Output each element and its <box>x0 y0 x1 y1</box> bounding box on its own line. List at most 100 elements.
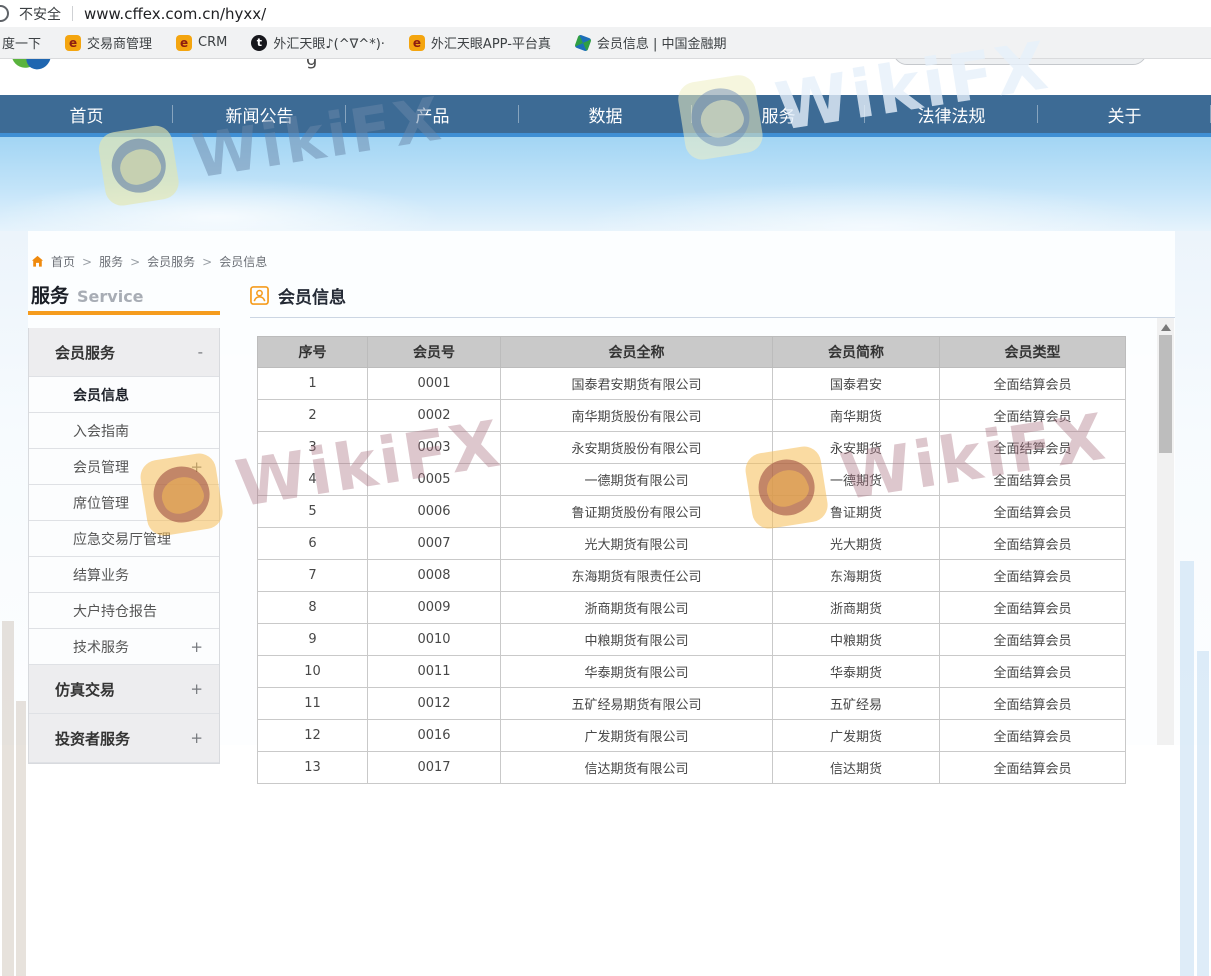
cell-full-name: 广发期货有限公司 <box>501 720 773 752</box>
bookmark-item[interactable]: 交易商管理 <box>65 33 152 52</box>
table-header-cell: 会员全称 <box>501 337 773 368</box>
cell-full-name: 一德期货有限公司 <box>501 464 773 496</box>
scrollbar-up-arrow-icon[interactable] <box>1161 324 1171 331</box>
nav-item[interactable]: 新闻公告 <box>173 95 346 133</box>
expand-toggle-icon[interactable]: + <box>190 638 203 656</box>
breadcrumb: 首页 > 服务 > 会员服务 > 会员信息 > <box>31 253 267 270</box>
breadcrumb-item[interactable]: 服务 <box>99 253 123 270</box>
cell-full-name: 南华期货股份有限公司 <box>501 400 773 432</box>
sidebar-menu-item[interactable]: 会员管理 + <box>29 449 219 485</box>
table-header-cell: 会员简称 <box>773 337 940 368</box>
cell-member-type: 全面结算会员 <box>940 720 1126 752</box>
cell-member-no: 0008 <box>368 560 501 592</box>
sidebar-menu-item[interactable]: 大户持仓报告 <box>29 593 219 629</box>
nav-item[interactable]: 法律法规 <box>865 95 1038 133</box>
cell-member-no: 0010 <box>368 624 501 656</box>
table-header-cell: 会员类型 <box>940 337 1126 368</box>
bookmark-item[interactable]: 外汇天眼♪(^∇^*)· <box>251 33 385 52</box>
sidebar-menu-item[interactable]: 投资者服务 + <box>29 714 219 763</box>
sidebar-menu-item[interactable]: 席位管理 <box>29 485 219 521</box>
cell-short-name: 鲁证期货 <box>773 496 940 528</box>
table-scrollbar[interactable] <box>1157 318 1174 745</box>
cell-index: 7 <box>258 560 368 592</box>
nav-item[interactable]: 产品 <box>346 95 519 133</box>
table-header-cell: 会员号 <box>368 337 501 368</box>
table-row: 3 0003 永安期货股份有限公司 永安期货 全面结算会员 <box>258 432 1126 464</box>
sidebar-menu-item[interactable]: 入会指南 <box>29 413 219 449</box>
sidebar-item-label: 仿真交易 <box>55 679 115 700</box>
bookmark-item[interactable]: 会员信息 | 中国金融期 <box>575 33 727 52</box>
cell-full-name: 永安期货股份有限公司 <box>501 432 773 464</box>
nav-item[interactable]: 首页 <box>0 95 173 133</box>
cell-full-name: 光大期货有限公司 <box>501 528 773 560</box>
cell-index: 1 <box>258 368 368 400</box>
title-divider <box>250 317 1175 318</box>
bookmark-label: 交易商管理 <box>87 33 152 52</box>
scrollbar-thumb[interactable] <box>1159 335 1172 453</box>
cell-member-type: 全面结算会员 <box>940 592 1126 624</box>
cell-full-name: 鲁证期货股份有限公司 <box>501 496 773 528</box>
cell-member-no: 0003 <box>368 432 501 464</box>
breadcrumb-item[interactable]: 会员服务 <box>147 253 195 270</box>
sidebar-accent-bar <box>28 311 220 315</box>
sky-banner <box>0 137 1211 231</box>
bookmark-item[interactable]: 外汇天眼APP-平台真 <box>409 33 551 52</box>
table-row: 8 0009 浙商期货有限公司 浙商期货 全面结算会员 <box>258 592 1126 624</box>
breadcrumb-item[interactable]: 首页 <box>51 253 75 270</box>
bookmark-item[interactable]: 度一下 <box>2 33 41 52</box>
sidebar-menu-item[interactable]: 会员服务 - <box>29 328 219 377</box>
sidebar-menu-item[interactable]: 结算业务 <box>29 557 219 593</box>
cell-index: 13 <box>258 752 368 784</box>
sidebar-item-label: 会员信息 <box>73 385 129 405</box>
site-header: g <box>0 58 1211 95</box>
page-title: 会员信息 <box>250 283 346 308</box>
breadcrumb-item[interactable]: 会员信息 <box>219 253 267 270</box>
sidebar-menu: 会员服务 - 会员信息 入会指南 会员管理 + 席位管理 <box>28 328 220 764</box>
breadcrumb-separator: > <box>82 255 92 269</box>
table-row: 7 0008 东海期货有限责任公司 东海期货 全面结算会员 <box>258 560 1126 592</box>
table-row: 5 0006 鲁证期货股份有限公司 鲁证期货 全面结算会员 <box>258 496 1126 528</box>
cell-index: 12 <box>258 720 368 752</box>
expand-toggle-icon[interactable]: + <box>190 458 203 476</box>
site-search-input[interactable] <box>893 58 1147 65</box>
cell-short-name: 光大期货 <box>773 528 940 560</box>
expand-toggle-icon[interactable]: + <box>190 729 203 747</box>
cell-member-no: 0002 <box>368 400 501 432</box>
expand-toggle-icon[interactable]: - <box>198 343 203 361</box>
table-header-cell: 序号 <box>258 337 368 368</box>
security-info-icon[interactable] <box>0 5 9 22</box>
cell-full-name: 中粮期货有限公司 <box>501 624 773 656</box>
nav-item[interactable]: 关于 <box>1038 95 1211 133</box>
sidebar-item-label: 席位管理 <box>73 493 129 513</box>
cell-short-name: 信达期货 <box>773 752 940 784</box>
sidebar-menu-item[interactable]: 会员信息 <box>29 377 219 413</box>
cell-short-name: 南华期货 <box>773 400 940 432</box>
nav-item[interactable]: 数据 <box>519 95 692 133</box>
cell-index: 5 <box>258 496 368 528</box>
cell-member-no: 0005 <box>368 464 501 496</box>
cell-member-type: 全面结算会员 <box>940 560 1126 592</box>
cell-short-name: 华泰期货 <box>773 656 940 688</box>
nav-item[interactable]: 服务 <box>692 95 865 133</box>
sidebar-menu-item[interactable]: 应急交易厅管理 <box>29 521 219 557</box>
expand-toggle-icon[interactable]: + <box>190 680 203 698</box>
cell-short-name: 浙商期货 <box>773 592 940 624</box>
table-header-row: 序号 会员号 会员全称 会员简称 会员类型 <box>258 337 1126 368</box>
bookmark-favicon <box>251 35 267 51</box>
bookmark-item[interactable]: CRM <box>176 35 227 51</box>
table-row: 6 0007 光大期货有限公司 光大期货 全面结算会员 <box>258 528 1126 560</box>
cell-full-name: 浙商期货有限公司 <box>501 592 773 624</box>
sidebar-menu-item[interactable]: 仿真交易 + <box>29 665 219 714</box>
cell-index: 10 <box>258 656 368 688</box>
sidebar-item-label: 会员管理 <box>73 457 129 477</box>
cell-index: 3 <box>258 432 368 464</box>
cell-index: 4 <box>258 464 368 496</box>
sidebar-menu-item[interactable]: 技术服务 + <box>29 629 219 665</box>
cell-member-no: 0009 <box>368 592 501 624</box>
cell-member-no: 0016 <box>368 720 501 752</box>
url-text[interactable]: www.cffex.com.cn/hyxx/ <box>84 5 266 23</box>
browser-address-bar[interactable]: 不安全 www.cffex.com.cn/hyxx/ <box>0 0 1211 28</box>
bookmark-label: 外汇天眼APP-平台真 <box>431 33 551 52</box>
home-icon <box>31 255 44 268</box>
table-row: 13 0017 信达期货有限公司 信达期货 全面结算会员 <box>258 752 1126 784</box>
